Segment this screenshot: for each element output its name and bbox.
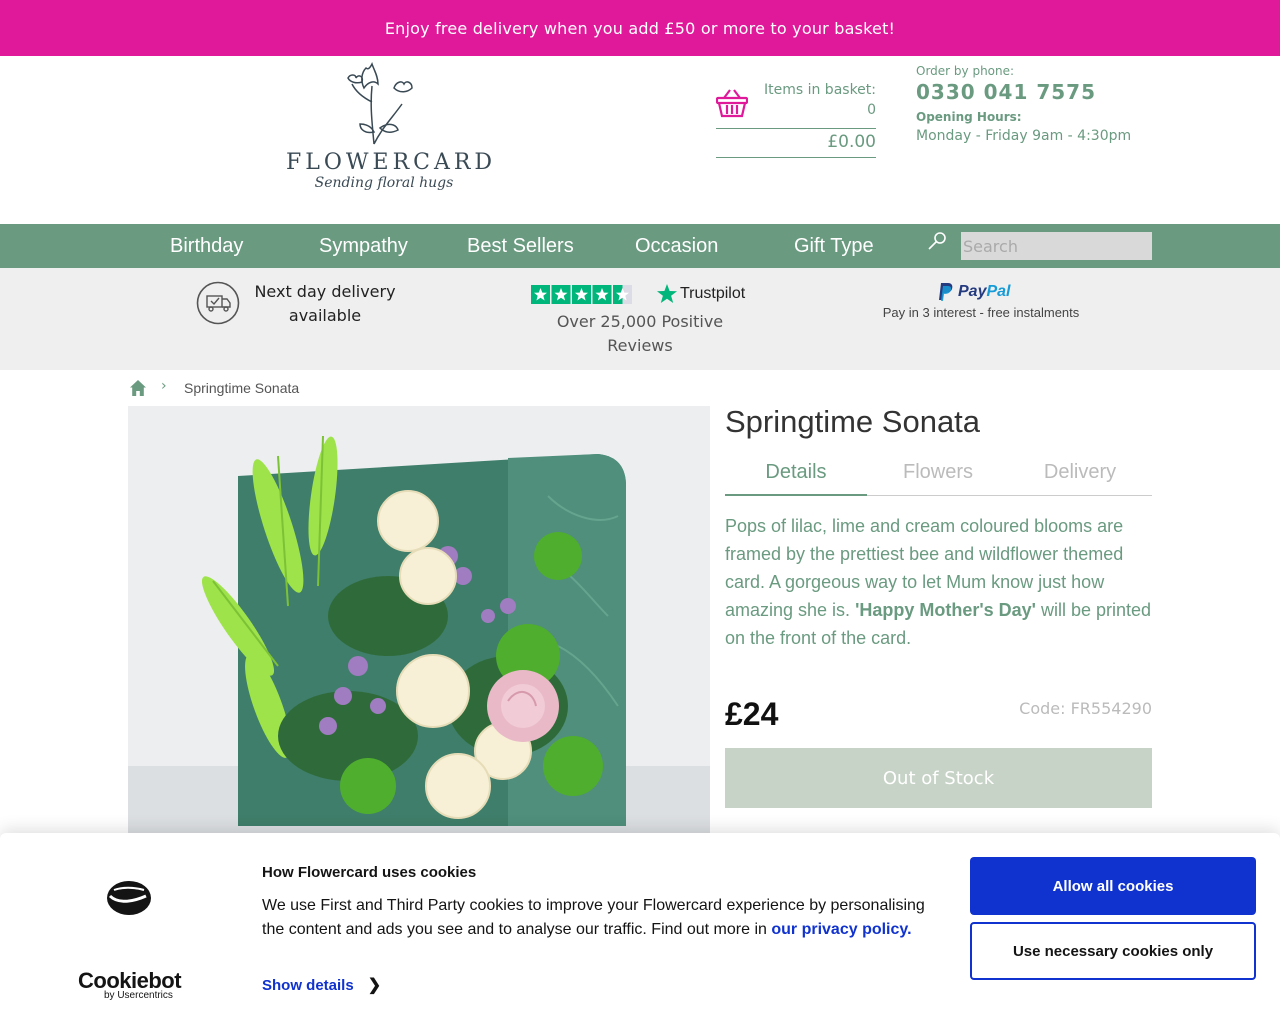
- opening-hours: Monday - Friday 9am - 4:30pm: [916, 128, 1132, 144]
- delivery-truck-icon: [196, 281, 240, 325]
- cookie-title: How Flowercard uses cookies: [262, 864, 477, 881]
- product-image[interactable]: [128, 406, 710, 836]
- cookie-text: We use First and Third Party cookies to …: [262, 894, 942, 942]
- nav-item-sympathy[interactable]: Sympathy: [319, 224, 408, 268]
- breadcrumb-current: Springtime Sonata: [184, 380, 300, 396]
- show-details-link[interactable]: Show details ❯: [262, 975, 381, 995]
- necessary-cookies-button[interactable]: Use necessary cookies only: [970, 922, 1256, 980]
- basket-total: £0.00: [827, 132, 876, 152]
- basket-divider: [716, 157, 876, 158]
- out-of-stock-button[interactable]: Out of Stock: [725, 748, 1152, 808]
- description-highlight: 'Happy Mother's Day': [855, 600, 1036, 620]
- paypal-brand-a: Pay: [958, 283, 987, 300]
- product-code: Code: FR554290: [1019, 699, 1152, 718]
- tab-delivery[interactable]: Delivery: [1009, 452, 1151, 496]
- allow-all-cookies-button[interactable]: Allow all cookies: [970, 857, 1256, 915]
- trustpilot-logo[interactable]: Trustpilot: [656, 283, 745, 305]
- paypal-p-icon: [939, 283, 953, 301]
- show-details-label: Show details: [262, 976, 354, 994]
- product-tabs: Details Flowers Delivery: [725, 452, 1152, 496]
- trustpilot-star-icon: [657, 284, 677, 303]
- trustpilot-brand: Trustpilot: [680, 285, 746, 302]
- cookiebot-logo-icon: [107, 881, 151, 915]
- basket-count: 0: [867, 102, 876, 118]
- contact-info: Order by phone: 0330 041 7575 Opening Ho…: [916, 64, 1176, 144]
- chevron-right-icon: ›: [161, 378, 167, 394]
- logo-tagline: Sending floral hugs: [314, 175, 454, 191]
- tab-flowers[interactable]: Flowers: [867, 452, 1009, 496]
- paypal-logo[interactable]: PayPal: [938, 282, 1010, 302]
- paypal-brand-b: Pal: [986, 283, 1011, 300]
- phone-number[interactable]: 0330 041 7575: [916, 80, 1176, 104]
- phone-label: Order by phone:: [916, 64, 1015, 78]
- search-icon[interactable]: [926, 230, 948, 252]
- search-input[interactable]: [961, 232, 1152, 260]
- paypal-instalments-text: Pay in 3 interest - free instalments: [882, 305, 1080, 320]
- basket-label: Items in basket:: [763, 82, 876, 98]
- next-day-delivery-text: Next day delivery available: [254, 282, 396, 325]
- product-photo: [128, 406, 710, 836]
- product-title: Springtime Sonata: [725, 404, 981, 439]
- logo-name: FLOWERCARD: [286, 150, 497, 175]
- trustpilot-stars-icon: [531, 285, 632, 304]
- cookiebot-sub: by Usercentrics: [104, 990, 173, 1001]
- nav-item-birthday[interactable]: Birthday: [170, 224, 243, 268]
- promo-banner: Enjoy free delivery when you add £50 or …: [0, 0, 1280, 56]
- basket-divider: [716, 128, 876, 129]
- product-price: £24: [725, 696, 779, 732]
- tab-details[interactable]: Details: [725, 452, 867, 496]
- trustpilot-reviews-text: Over 25,000 Positive Reviews: [556, 312, 724, 355]
- nav-item-gift-type[interactable]: Gift Type: [794, 224, 874, 268]
- nav-item-best-sellers[interactable]: Best Sellers: [467, 224, 574, 268]
- opening-hours-label: Opening Hours:: [916, 110, 1022, 124]
- product-description: Pops of lilac, lime and cream coloured b…: [725, 512, 1155, 652]
- nav-item-occasion[interactable]: Occasion: [635, 224, 718, 268]
- privacy-policy-link[interactable]: our privacy policy.: [771, 921, 911, 938]
- home-icon[interactable]: [129, 379, 147, 397]
- site-logo[interactable]: FLOWERCARD Sending floral hugs: [286, 62, 497, 212]
- promo-text: Enjoy free delivery when you add £50 or …: [384, 18, 896, 38]
- chevron-right-icon: ❯: [367, 977, 382, 994]
- flower-logo-icon: [347, 62, 413, 145]
- basket-icon: [716, 89, 748, 118]
